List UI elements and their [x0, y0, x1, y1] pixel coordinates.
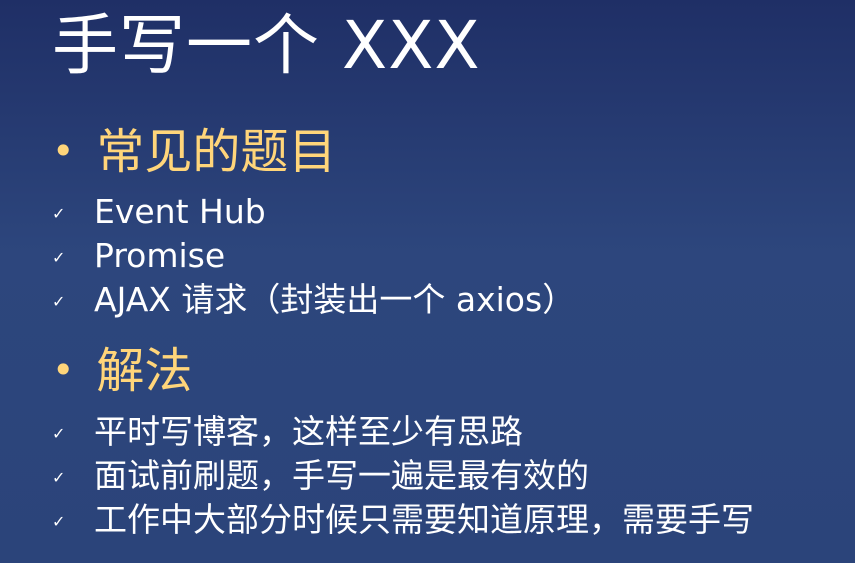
section-label: 解法 — [96, 343, 193, 399]
check-icon: ✓ — [52, 424, 66, 443]
list-item-text: 工作中大部分时候只需要知道原理，需要手写 — [94, 499, 754, 539]
list-item: ✓ 工作中大部分时候只需要知道原理，需要手写 — [52, 498, 754, 542]
list-item: ✓ AJAX 请求（封装出一个 axios） — [52, 278, 575, 322]
presentation-slide: 手写一个 XXX • 常见的题目 ✓ Event Hub ✓ Promise ✓… — [0, 0, 855, 563]
list-item: ✓ 平时写博客，这样至少有思路 — [52, 410, 754, 454]
bullet-icon: • — [52, 129, 75, 174]
section-title-solution: • 解法 — [52, 345, 192, 398]
section-label: 常见的题目 — [96, 124, 337, 180]
check-icon: ✓ — [52, 468, 66, 487]
list-item-text: AJAX 请求（封装出一个 axios） — [94, 279, 576, 319]
list-item-text: Event Hub — [94, 191, 266, 231]
check-icon: ✓ — [52, 204, 66, 223]
list-item: ✓ Event Hub — [52, 190, 575, 234]
slide-title: 手写一个 XXX — [52, 7, 481, 84]
check-icon: ✓ — [52, 512, 66, 531]
check-icon: ✓ — [52, 248, 66, 267]
list-item: ✓ 面试前刷题，手写一遍是最有效的 — [52, 454, 754, 498]
list-item: ✓ Promise — [52, 234, 575, 278]
check-icon: ✓ — [52, 292, 66, 311]
bullet-icon: • — [52, 348, 75, 393]
list-item-text: 面试前刷题，手写一遍是最有效的 — [94, 455, 589, 495]
section-title-common-questions: • 常见的题目 — [52, 126, 336, 179]
list-item-text: Promise — [94, 235, 226, 275]
solution-list: ✓ 平时写博客，这样至少有思路 ✓ 面试前刷题，手写一遍是最有效的 ✓ 工作中大… — [52, 410, 754, 542]
list-item-text: 平时写博客，这样至少有思路 — [94, 411, 523, 451]
common-questions-list: ✓ Event Hub ✓ Promise ✓ AJAX 请求（封装出一个 ax… — [52, 190, 575, 322]
